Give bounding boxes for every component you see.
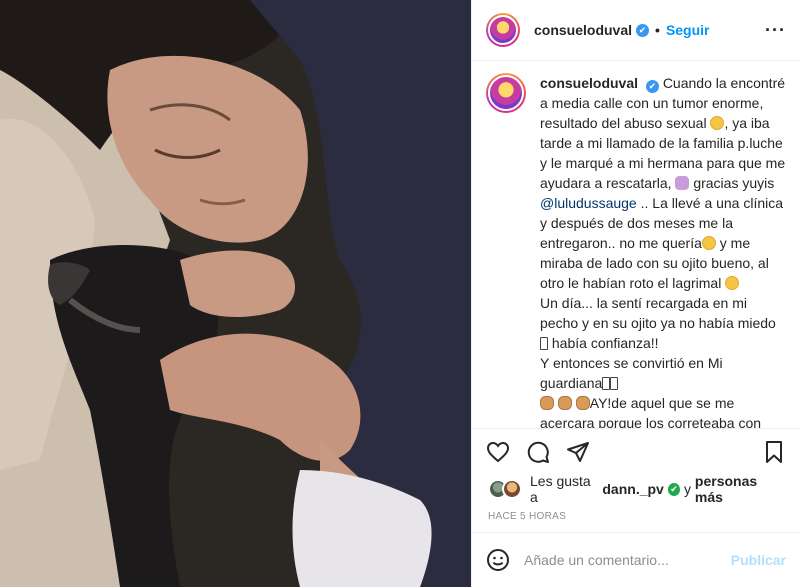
bookmark-icon[interactable] [762,440,786,464]
caption-text: consueloduval ✔ Cuando la encontré a med… [540,73,786,429]
verified-check-icon: ✔ [667,482,681,496]
more-options-icon[interactable]: ··· [765,20,786,41]
missing-glyph-icon [610,377,619,390]
action-bar [472,429,800,475]
praying-emoji-icon [675,176,690,190]
likes-middle: y [684,481,692,497]
caption-section[interactable]: consueloduval ✔ Cuando la encontré a med… [472,61,800,429]
worried-face-emoji-icon [710,116,725,130]
caption-part-6: Un día... la sentí recargada en mi pecho… [540,295,776,331]
instagram-post: consueloduval ✔ • Seguir ··· consueloduv… [0,0,800,587]
likes-prefix: Les gusta a [530,473,591,505]
comment-icon[interactable] [526,440,550,464]
dog-emoji-icon [575,396,590,410]
likes-summary: Les gusta a dann._pv ✔ y personas más [472,473,800,505]
post-timestamp[interactable]: Hace 5 horas [472,503,800,533]
share-icon[interactable] [566,440,590,464]
caption-avatar[interactable] [486,73,526,113]
mention-link[interactable]: @luludussauge [540,195,637,211]
post-photo[interactable] [0,0,471,587]
verified-badge-icon: ✔ [636,23,650,37]
dog-emoji-icon [540,396,554,410]
comment-input[interactable]: Añade un comentario... [524,552,731,568]
missing-glyph-icon [602,377,611,390]
dog-emoji-icon [557,396,572,410]
liker-username[interactable]: dann._pv [602,481,663,497]
post-header: consueloduval ✔ • Seguir ··· [472,0,800,61]
verified-badge-icon: ✔ [645,79,659,93]
avatar[interactable] [486,13,520,47]
missing-glyph-icon [540,337,548,350]
photo-illustration [0,0,471,587]
header-username[interactable]: consueloduval [534,22,632,38]
caption-part-8: Y entonces se convirtió en Mi guardiana [540,355,723,391]
fearful-face-emoji-icon [701,236,716,250]
caption: consueloduval ✔ Cuando la encontré a med… [486,73,786,429]
caption-part-3: gracias yuyis [693,175,775,191]
caption-username[interactable]: consueloduval [540,75,638,91]
follow-button[interactable]: Seguir [666,22,710,38]
comment-bar: Añade un comentario... Publicar [472,533,800,587]
likes-others-link[interactable]: personas más [695,473,784,505]
publish-button[interactable]: Publicar [731,552,786,568]
liker-avatars[interactable] [488,479,522,499]
caption-part-7: había confianza!! [551,335,659,351]
separator-dot: • [655,22,660,38]
caption-part-9: AY!de aquel que se me acercara porque lo… [540,395,762,429]
post-sidebar: consueloduval ✔ • Seguir ··· consueloduv… [471,0,800,587]
emoji-icon[interactable] [486,548,510,572]
heart-icon[interactable] [486,440,510,464]
worried-face-emoji-icon [725,276,740,290]
